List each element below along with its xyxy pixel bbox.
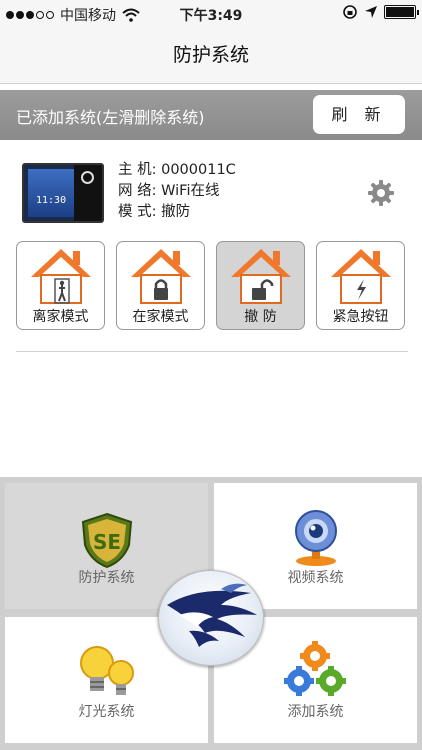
host-label: 主 机: [118, 162, 162, 178]
device-thumbnail[interactable]: 11:30 [22, 163, 104, 223]
security-shield-icon: SE [81, 512, 133, 569]
divider [16, 351, 408, 352]
lock-open-icon [231, 249, 291, 304]
network-value: WiFi在线 [161, 183, 220, 199]
battery-icon [384, 5, 419, 19]
mode-emergency-button[interactable]: 紧急按钮 [316, 241, 405, 330]
refresh-button[interactable]: 刷 新 [313, 95, 405, 134]
mode-away-button[interactable]: 离家模式 [16, 241, 105, 330]
mode-disarm-button[interactable]: 撤 防 [216, 241, 305, 330]
navigation-bar: 防护系统 [0, 26, 422, 84]
network-label: 网 络: [118, 183, 162, 199]
host-row: 主 机: 0000011C [118, 160, 236, 181]
svg-text:SE: SE [93, 530, 121, 554]
host-value: 0000011C [161, 162, 236, 178]
lock-closed-icon [131, 249, 191, 304]
tiger-logo-icon [167, 583, 257, 647]
brand-logo[interactable] [158, 570, 264, 666]
person-door-icon [31, 249, 91, 304]
mode-row: 模 式: 撤防 [118, 202, 236, 223]
mode-emergency-label: 紧急按钮 [332, 309, 389, 325]
network-row: 网 络: WiFi在线 [118, 181, 236, 202]
webcam-icon [295, 510, 337, 566]
orientation-lock-icon [343, 5, 357, 19]
location-arrow-icon [365, 6, 377, 18]
mode-value: 撤防 [161, 204, 191, 220]
gear-icon[interactable] [367, 179, 395, 207]
page-title: 防护系统 [172, 44, 249, 66]
mode-label: 模 式: [118, 204, 162, 220]
status-bar: 中国移动 下午3:49 [0, 0, 422, 26]
tile-add-label: 添加系统 [287, 704, 344, 720]
mode-disarm-label: 撤 防 [244, 309, 277, 325]
device-info[interactable]: 主 机: 0000011C 网 络: WiFi在线 模 式: 撤防 [118, 160, 236, 223]
gears-icon [284, 641, 346, 696]
tile-lighting-label: 灯光系统 [78, 704, 135, 720]
device-thumb-time: 11:30 [36, 195, 67, 206]
systems-header: 已添加系统(左滑删除系统) 刷 新 [0, 90, 422, 140]
mode-home-label: 在家模式 [132, 309, 189, 325]
systems-header-label: 已添加系统(左滑删除系统) [16, 108, 205, 127]
mode-home-button[interactable]: 在家模式 [116, 241, 205, 330]
lightning-icon [331, 249, 391, 304]
mode-away-label: 离家模式 [32, 309, 89, 325]
light-bulbs-icon [80, 646, 134, 695]
